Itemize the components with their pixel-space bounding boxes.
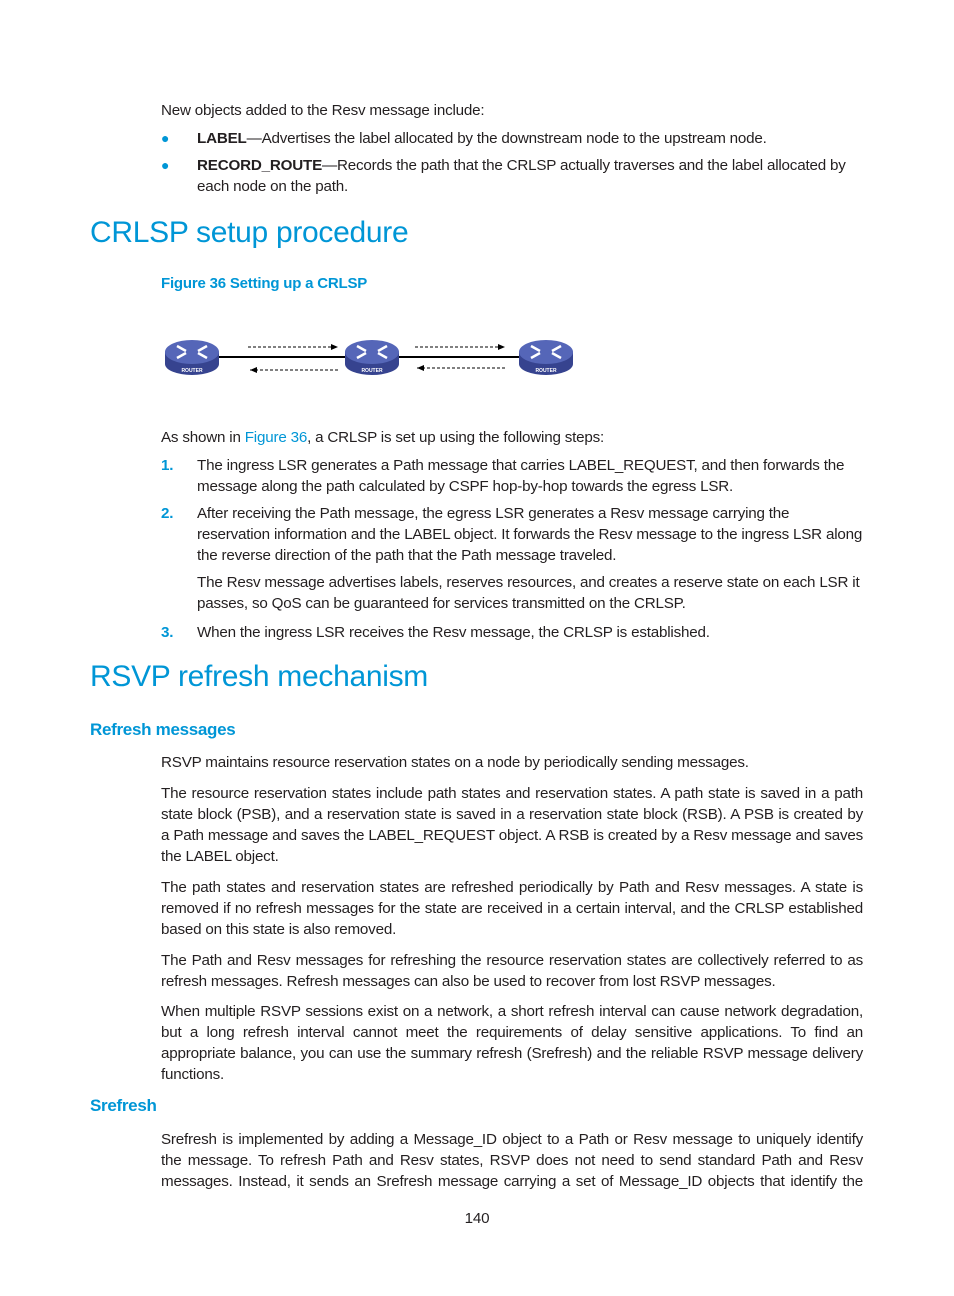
bullet-icon: ● bbox=[161, 157, 170, 173]
paragraph: The resource reservation states include … bbox=[161, 785, 863, 865]
section-heading-rsvp-refresh: RSVP refresh mechanism bbox=[90, 660, 428, 693]
step-extra-text: The Resv message advertises labels, rese… bbox=[197, 574, 860, 612]
bullet-text: —Advertises the label allocated by the d… bbox=[246, 130, 767, 147]
router-icon: ROUTER bbox=[345, 340, 399, 375]
bullet-term: LABEL bbox=[197, 130, 247, 147]
figure-caption: Figure 36 Setting up a CRLSP bbox=[161, 275, 368, 292]
step-text: When the ingress LSR receives the Resv m… bbox=[197, 624, 710, 641]
bullet-term: RECORD_ROUTE bbox=[197, 157, 323, 174]
section-heading-crlsp: CRLSP setup procedure bbox=[90, 216, 409, 249]
step-number: 3. bbox=[161, 624, 174, 641]
step-2: 2. After receiving the Path message, the… bbox=[161, 503, 866, 614]
paragraph: The path states and reservation states a… bbox=[161, 879, 863, 938]
intro-lead: New objects added to the Resv message in… bbox=[161, 102, 485, 119]
lead-text: As shown in bbox=[161, 429, 245, 446]
router-icon: ROUTER bbox=[165, 340, 219, 375]
step-text: The ingress LSR generates a Path message… bbox=[197, 457, 845, 495]
paragraph: When multiple RSVP sessions exist on a n… bbox=[161, 1003, 863, 1083]
step-number: 1. bbox=[161, 457, 174, 474]
lead-text: , a CRLSP is set up using the following … bbox=[307, 429, 605, 446]
bullet-item-record-route: ● RECORD_ROUTE—Records the path that the… bbox=[161, 155, 866, 197]
paragraph: RSVP maintains resource reservation stat… bbox=[161, 754, 749, 771]
bullet-icon: ● bbox=[161, 130, 170, 146]
bullet-item-label: ● LABEL—Advertises the label allocated b… bbox=[161, 128, 866, 149]
paragraph: Srefresh is implemented by adding a Mess… bbox=[161, 1131, 863, 1190]
steps-lead: As shown in Figure 36, a CRLSP is set up… bbox=[161, 427, 866, 448]
step-3: 3. When the ingress LSR receives the Res… bbox=[161, 622, 866, 643]
svg-text:ROUTER: ROUTER bbox=[361, 368, 383, 374]
crlsp-figure: ROUTER ROUTER ROUTER bbox=[165, 340, 573, 375]
step-text: After receiving the Path message, the eg… bbox=[197, 505, 863, 564]
step-number: 2. bbox=[161, 505, 174, 522]
page-number: 140 bbox=[464, 1210, 490, 1227]
subsection-heading-refresh-messages: Refresh messages bbox=[90, 720, 236, 739]
figure-36-link[interactable]: Figure 36 bbox=[245, 429, 308, 446]
step-1: 1. The ingress LSR generates a Path mess… bbox=[161, 455, 866, 497]
subsection-heading-srefresh: Srefresh bbox=[90, 1096, 157, 1115]
router-icon: ROUTER bbox=[519, 340, 573, 375]
svg-text:ROUTER: ROUTER bbox=[535, 368, 557, 374]
svg-text:ROUTER: ROUTER bbox=[181, 368, 203, 374]
paragraph: The Path and Resv messages for refreshin… bbox=[161, 952, 863, 990]
